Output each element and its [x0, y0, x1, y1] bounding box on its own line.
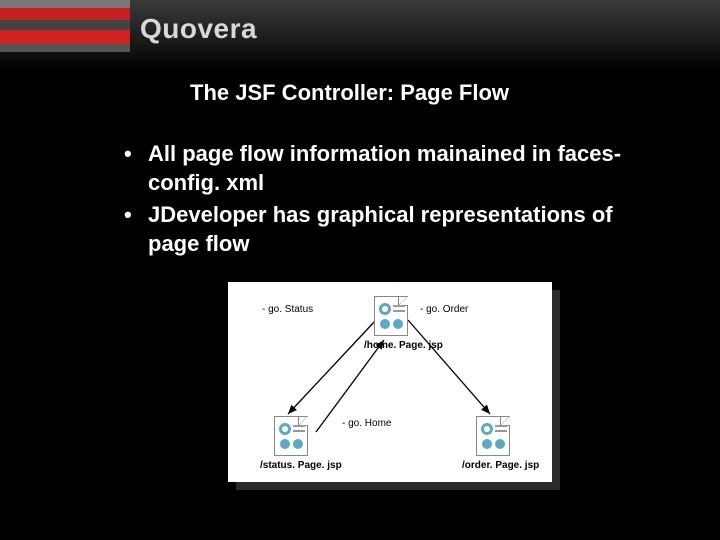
arrow-label-go-home: - go. Home [342, 418, 391, 429]
arrow-label-go-status: - go. Status [262, 304, 313, 315]
slide-header: Quovera [0, 0, 720, 70]
page-node-order-label: /order. Page. jsp [462, 460, 539, 471]
page-node-status-icon [274, 416, 308, 456]
brand-logo: Quovera [140, 13, 257, 45]
page-flow-diagram: /home. Page. jsp /status. Page. jsp /ord… [228, 282, 552, 482]
bullet-item: All page flow information mainained in f… [120, 140, 650, 197]
bullet-item: JDeveloper has graphical representations… [120, 201, 650, 258]
header-stripe-graphic [0, 0, 130, 62]
slide-title: The JSF Controller: Page Flow [190, 80, 509, 106]
page-node-home-icon [374, 296, 408, 336]
page-node-order-icon [476, 416, 510, 456]
page-node-status-label: /status. Page. jsp [260, 460, 342, 471]
page-node-home-label: /home. Page. jsp [364, 340, 443, 351]
arrow-label-go-order: - go. Order [420, 304, 468, 315]
bullet-list: All page flow information mainained in f… [120, 140, 650, 262]
